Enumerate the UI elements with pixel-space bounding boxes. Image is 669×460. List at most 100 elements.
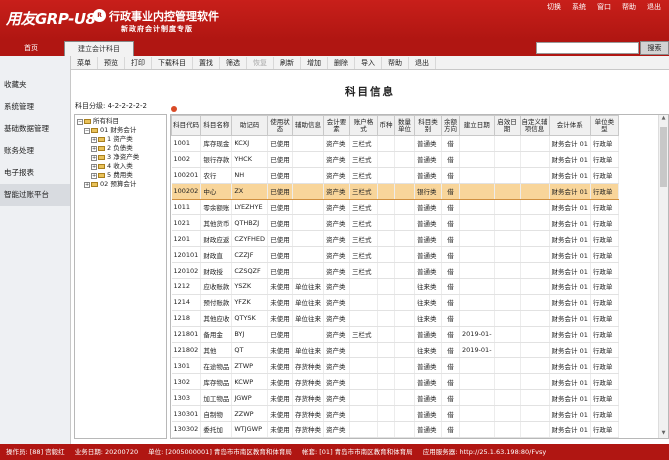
table-row[interactable]: 1212 应收账款 YSZK 未使用 单位往来 资产类 往来类借 财务会计 01 行政单: [171, 278, 619, 295]
table-row[interactable]: 1001 库存现金 KCXJ 已使用 资产类 三栏式 普通类借 财务会计 01 行政单: [171, 135, 619, 152]
table-row[interactable]: 1214 预付账款 YFZK 未使用 单位往来 资产类 往来类借 财务会计 01 行政单: [171, 294, 619, 311]
sidebar-item-basic-data[interactable]: 基础数据管理: [0, 118, 70, 140]
column-header[interactable]: 会计体系: [548, 115, 591, 136]
tree-toggle-icon[interactable]: +: [91, 136, 97, 143]
sidebar-item-accounting[interactable]: 账务处理: [0, 140, 70, 162]
tree-node[interactable]: +2 负债类: [75, 144, 166, 153]
switch-link[interactable]: 切换: [547, 2, 561, 12]
sidebar-item-system-management[interactable]: 系统管理: [0, 96, 70, 118]
column-header[interactable]: 数量单位: [394, 115, 416, 136]
table-row[interactable]: 100202 中心 ZX 已使用 资产类 三栏式 银行类借 财务会计 01 行政单: [171, 182, 619, 200]
system-link[interactable]: 系统: [572, 2, 586, 12]
print-button[interactable]: 打印: [125, 56, 152, 69]
table-cell: CZYFHED: [231, 230, 269, 248]
column-header[interactable]: 启效日期: [493, 115, 521, 136]
table-row[interactable]: 130302 委托加 WTJGWP 未使用 存货种类 资产类 普通类借 财务会计 01 行政单: [171, 421, 619, 438]
column-header[interactable]: 辅助信息: [292, 115, 325, 136]
filter-button[interactable]: 筛选: [220, 56, 247, 69]
sidebar-item-posting-platform[interactable]: 智能过账平台: [0, 184, 70, 206]
tree-node[interactable]: − 01 财务会计: [75, 126, 166, 135]
exit-button[interactable]: 退出: [409, 56, 436, 69]
scrollbar-thumb[interactable]: [660, 127, 667, 187]
restore-button[interactable]: 恢复: [247, 56, 274, 69]
table-row[interactable]: 1218 其他应收 QTYSK 未使用 单位往来 资产类 往来类借 财务会计 01 行政单: [171, 310, 619, 327]
tree-toggle-icon[interactable]: −: [77, 118, 83, 125]
table-cell: 财务会计 01: [549, 326, 591, 343]
help-button[interactable]: 帮助: [382, 56, 409, 69]
exit-link[interactable]: 退出: [647, 2, 661, 12]
search-input[interactable]: [536, 42, 639, 54]
tree-node[interactable]: +4 收入类: [75, 162, 166, 171]
table-row[interactable]: 1002 银行存款 YHCK 已使用 资产类 三栏式 普通类借 财务会计 01 行政单: [171, 151, 619, 168]
tree-toggle-icon[interactable]: −: [84, 127, 90, 134]
column-header[interactable]: 科目代码: [171, 115, 202, 136]
table-cell: 130301: [171, 405, 202, 423]
tree-node[interactable]: +1 资产类: [75, 135, 166, 144]
table-row[interactable]: 121802 其他 QT 未使用 单位往来 资产类 往来类借 2019-01- 财务会计 01 行…: [171, 342, 619, 359]
sidebar-item-reports[interactable]: 电子报表: [0, 162, 70, 184]
table-row[interactable]: 1301 在途物品 ZTWP 未使用 存货种类 资产类 普通类借 财务会计 01 行政单: [171, 357, 619, 375]
column-header[interactable]: 助记码: [231, 115, 269, 136]
folder-icon: [98, 173, 105, 178]
table-row[interactable]: 1303 加工物品 JGWP 未使用 存货种类 资产类 普通类借 财务会计 01 行政单: [171, 389, 619, 407]
table-row[interactable]: 1201 财政应返 CZYFHED 已使用 资产类 三栏式 普通类借 财务会计 01 行政单: [171, 230, 619, 248]
table-cell: [494, 310, 521, 327]
tree-node[interactable]: +5 费用类: [75, 171, 166, 180]
scroll-down-icon[interactable]: ▼: [660, 430, 667, 438]
table-cell: 1002: [171, 151, 202, 168]
table-row[interactable]: 1021 其他货币 QTHBZJ 已使用 资产类 三栏式 普通类借 财务会计 01 行政单: [171, 214, 619, 232]
column-header[interactable]: 自定义辅项信息: [519, 115, 550, 136]
preview-button[interactable]: 预览: [98, 56, 125, 69]
help-link[interactable]: 帮助: [622, 2, 636, 12]
delete-button[interactable]: 删除: [328, 56, 355, 69]
table-cell: [394, 182, 416, 200]
logo-badge: R: [93, 9, 106, 22]
table-row[interactable]: 130301 自制物 ZZWP 未使用 存货种类 资产类 普通类借 财务会计 01 行政单: [171, 405, 619, 423]
column-header[interactable]: 余额方向: [441, 115, 461, 136]
table-cell: 行政单: [590, 230, 619, 248]
tree-node[interactable]: +02 预算会计: [75, 180, 166, 189]
table-cell: YSZK: [231, 278, 269, 295]
scroll-up-icon[interactable]: ▲: [660, 115, 667, 123]
table-row[interactable]: 121801 备用金 BYJ 已使用 资产类 三栏式 普通类借 2019-01- 财务会计 01…: [171, 326, 619, 343]
search-button[interactable]: 搜索: [640, 41, 669, 55]
account-tree[interactable]: − 所有科目 −01 财务会计 +1 资产类 +2 负债类 +3 净资产类 +4 收入类 +5…: [74, 114, 167, 439]
tree-toggle-icon[interactable]: +: [91, 163, 97, 170]
table-row[interactable]: 120101 财政直 CZZJF 已使用 资产类 三栏式 普通类借 财务会计 01 行政单: [171, 246, 619, 264]
tree-node[interactable]: − 所有科目: [75, 117, 166, 126]
tree-node[interactable]: +3 净资产类: [75, 153, 166, 162]
tree-toggle-icon[interactable]: +: [84, 181, 90, 188]
table-cell: 财务会计 01: [549, 342, 591, 359]
tab-home[interactable]: 首页: [0, 40, 62, 56]
menu-button[interactable]: 菜单: [71, 56, 98, 69]
table-cell: [377, 135, 396, 152]
vertical-scrollbar[interactable]: ▲ ▼: [658, 115, 668, 438]
find-button[interactable]: 置找: [193, 56, 220, 69]
column-header[interactable]: 会计要素: [323, 115, 351, 136]
column-header[interactable]: 建立日期: [459, 115, 495, 136]
tree-toggle-icon[interactable]: +: [91, 172, 97, 179]
table-row[interactable]: 120102 财政授 CZSQZF 已使用 资产类 三栏式 普通类借 财务会计 01 行政单: [171, 262, 619, 280]
download-accounts-button[interactable]: 下载科目: [152, 56, 193, 69]
column-header[interactable]: 科目类别: [414, 115, 443, 136]
table-cell: [394, 310, 416, 327]
column-header[interactable]: 单位类型: [589, 115, 619, 136]
column-header[interactable]: 使用状态: [267, 115, 294, 136]
account-grid[interactable]: 科目代码 科目名称 助记码 使用状态 辅助信息 会计要素 账户格式 币种 数量单位 科目类别 余额方…: [170, 114, 669, 439]
refresh-button[interactable]: 刷新: [274, 56, 301, 69]
add-button[interactable]: 增加: [301, 56, 328, 69]
table-row[interactable]: 100201 农行 NH 已使用 资产类 三栏式 普通类借 财务会计 01 行政单: [171, 167, 619, 184]
table-row[interactable]: 1302 库存物品 KCWP 未使用 存货种类 资产类 普通类借 财务会计 01 行政单: [171, 373, 619, 391]
table-row[interactable]: 1011 零余额账 LYEZHYE 已使用 资产类 三栏式 普通类借 财务会计 01 行政单: [171, 199, 619, 216]
table-row[interactable]: 1401待摊费用DTFY未使用 资产类三栏式 普通类借 财务会计 01行政单: [171, 437, 619, 438]
sidebar-item-favorites[interactable]: 收藏夹: [0, 74, 70, 96]
column-header[interactable]: 账户格式: [349, 115, 379, 136]
window-link[interactable]: 窗口: [597, 2, 611, 12]
tree-toggle-icon[interactable]: +: [91, 145, 97, 152]
import-button[interactable]: 导入: [355, 56, 382, 69]
column-header[interactable]: 科目名称: [200, 115, 233, 136]
column-header[interactable]: 币种: [377, 115, 396, 136]
tab-chart-of-accounts[interactable]: 建立会计科目: [64, 41, 134, 56]
tree-toggle-icon[interactable]: +: [91, 154, 97, 161]
table-cell: 三栏式: [349, 326, 379, 343]
